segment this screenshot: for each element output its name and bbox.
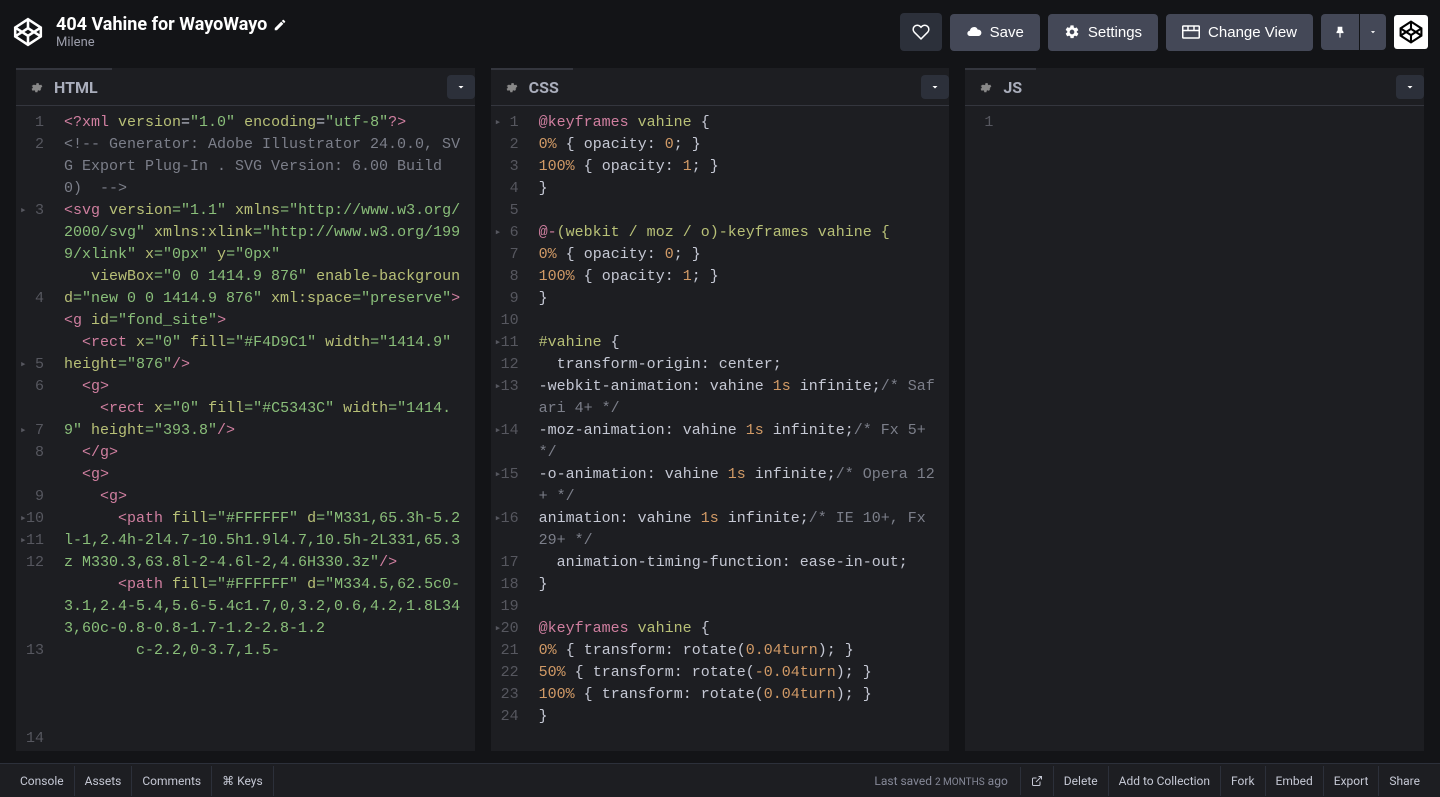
footer-keys[interactable]: ⌘ Keys (212, 766, 274, 796)
editor-js-dropdown[interactable] (1396, 75, 1424, 99)
editor-css-actions (921, 75, 949, 99)
editor-js-title[interactable]: JS (965, 68, 1036, 105)
footer-fork[interactable]: Fork (1220, 766, 1265, 796)
footer-right: Last saved 2 MONTHS ago Delete Add to Co… (862, 766, 1430, 796)
pin-button[interactable] (1321, 14, 1359, 50)
settings-label: Settings (1088, 24, 1142, 41)
html-code-area[interactable]: 1 2 3 4 5 6 7 8 9 10 11 12 13 14 <?xml v… (16, 106, 475, 751)
pen-author[interactable]: Milene (56, 35, 287, 50)
html-gutter: 1 2 3 4 5 6 7 8 9 10 11 12 13 14 (16, 106, 54, 751)
codepen-icon (12, 16, 44, 48)
footer-export[interactable]: Export (1323, 766, 1379, 796)
footer-open-external[interactable] (1020, 767, 1053, 795)
pen-title[interactable]: 404 Vahine for WayoWayo (56, 14, 287, 35)
avatar[interactable] (1394, 15, 1428, 49)
css-code[interactable]: @keyframes vahine { 0% { opacity: 0; } 1… (529, 106, 950, 751)
editor-html-title[interactable]: HTML (16, 68, 112, 105)
editor-html-label: HTML (54, 78, 98, 97)
js-code-area[interactable]: 1 (965, 106, 1424, 751)
pin-icon (1333, 24, 1347, 40)
pin-split-button (1321, 14, 1386, 50)
header: 404 Vahine for WayoWayo Milene Save Sett… (0, 0, 1440, 64)
footer-share[interactable]: Share (1378, 766, 1430, 796)
js-code[interactable] (1003, 106, 1424, 751)
gear-icon (1064, 24, 1080, 40)
codepen-logo[interactable] (12, 16, 44, 48)
title-block: 404 Vahine for WayoWayo Milene (56, 14, 287, 50)
footer-comments[interactable]: Comments (132, 766, 212, 796)
chevron-down-icon (1404, 81, 1416, 93)
gear-icon[interactable] (30, 81, 44, 95)
pen-title-text: 404 Vahine for WayoWayo (56, 14, 267, 35)
footer-delete[interactable]: Delete (1053, 766, 1108, 796)
js-gutter: 1 (965, 106, 1003, 751)
external-link-icon (1031, 775, 1043, 787)
html-code[interactable]: <?xml version="1.0" encoding="utf-8"?> <… (54, 106, 475, 751)
footer-embed[interactable]: Embed (1265, 766, 1323, 796)
header-right: Save Settings Change View (900, 13, 1428, 51)
footer-assets[interactable]: Assets (75, 766, 133, 796)
change-view-label: Change View (1208, 24, 1297, 41)
editors: HTML 1 2 3 4 5 6 7 8 9 10 11 12 13 14 <?… (0, 64, 1440, 763)
footer-console[interactable]: Console (10, 766, 75, 796)
editor-js-actions (1396, 75, 1424, 99)
heart-icon (912, 23, 930, 41)
editor-css-title[interactable]: CSS (491, 68, 573, 105)
editor-js-label: JS (1003, 78, 1022, 97)
editor-css-label: CSS (529, 78, 559, 97)
editor-html: HTML 1 2 3 4 5 6 7 8 9 10 11 12 13 14 <?… (16, 68, 475, 751)
like-button[interactable] (900, 13, 942, 51)
gear-icon[interactable] (979, 81, 993, 95)
footer-left: Console Assets Comments ⌘ Keys (10, 766, 274, 796)
editor-css: CSS 1 2 3 4 5 6 7 8 9 10 11 12 13 14 15 … (491, 68, 950, 751)
editor-html-actions (447, 75, 475, 99)
editor-css-dropdown[interactable] (921, 75, 949, 99)
save-button[interactable]: Save (950, 14, 1040, 51)
pin-dropdown[interactable] (1360, 14, 1386, 50)
editor-css-header: CSS (491, 68, 950, 106)
header-left: 404 Vahine for WayoWayo Milene (12, 14, 287, 50)
save-label: Save (990, 24, 1024, 41)
chevron-down-icon (455, 81, 467, 93)
footer-add-collection[interactable]: Add to Collection (1108, 766, 1220, 796)
gear-icon[interactable] (505, 81, 519, 95)
layout-icon (1182, 25, 1200, 39)
footer-last-saved: Last saved 2 MONTHS ago (862, 774, 1019, 788)
settings-button[interactable]: Settings (1048, 14, 1158, 51)
editor-js: JS 1 (965, 68, 1424, 751)
editor-html-header: HTML (16, 68, 475, 106)
cloud-icon (966, 24, 982, 40)
edit-icon[interactable] (273, 18, 287, 32)
chevron-down-icon (1368, 27, 1378, 37)
editor-js-header: JS (965, 68, 1424, 106)
css-gutter: 1 2 3 4 5 6 7 8 9 10 11 12 13 14 15 16 1… (491, 106, 529, 751)
editor-html-dropdown[interactable] (447, 75, 475, 99)
css-code-area[interactable]: 1 2 3 4 5 6 7 8 9 10 11 12 13 14 15 16 1… (491, 106, 950, 751)
footer: Console Assets Comments ⌘ Keys Last save… (0, 763, 1440, 797)
avatar-icon (1398, 19, 1424, 45)
chevron-down-icon (929, 81, 941, 93)
change-view-button[interactable]: Change View (1166, 14, 1313, 51)
